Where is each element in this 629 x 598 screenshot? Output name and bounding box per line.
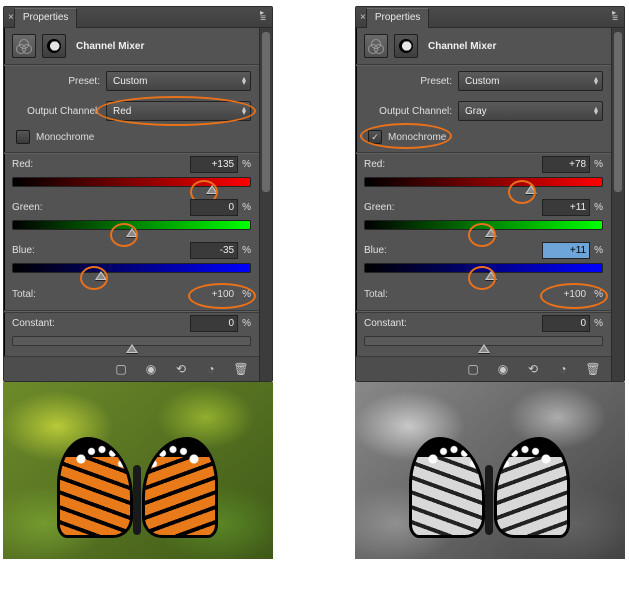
red-slider[interactable] [364,177,603,187]
preset-label: Preset: [12,76,100,87]
red-value-input[interactable] [542,156,590,173]
total-value: +100 [564,289,591,300]
blue-value-input[interactable] [190,242,238,259]
output-channel-dropdown[interactable]: Gray▴▾ [458,101,603,121]
reset-icon[interactable]: ⟲ [523,361,543,377]
flyout-menu-icon[interactable] [260,11,268,23]
blue-value-input[interactable] [542,242,590,259]
view-previous-icon[interactable]: ◉ [493,361,513,377]
constant-value-input[interactable] [542,315,590,332]
slider-thumb-icon[interactable] [525,185,537,194]
green-value-input[interactable] [542,199,590,216]
slider-thumb-icon[interactable] [478,344,490,353]
clip-to-layer-icon[interactable]: ▢ [463,361,483,377]
constant-slider[interactable] [12,336,251,346]
view-previous-icon[interactable]: ◉ [141,361,161,377]
preset-dropdown[interactable]: Custom▴▾ [458,71,603,91]
scrollbar[interactable] [611,28,624,381]
red-slider[interactable] [12,177,251,187]
preview-image-bw [355,382,625,559]
blue-label: Blue: [364,245,387,256]
output-channel-label: Output Channel: [12,106,100,117]
constant-label: Constant: [364,318,407,329]
mask-icon[interactable] [394,34,418,58]
reset-icon[interactable]: ⟲ [171,361,191,377]
preview-image-color [3,382,273,559]
preset-label: Preset: [364,76,452,87]
green-label: Green: [12,202,43,213]
adjustment-title: Channel Mixer [424,41,496,52]
trash-icon[interactable]: 🗑 [231,361,251,377]
monochrome-label: Monochrome [36,132,94,143]
monochrome-label: Monochrome [388,132,446,143]
green-slider[interactable] [364,220,603,230]
slider-thumb-icon[interactable] [485,228,497,237]
clip-to-layer-icon[interactable]: ▢ [111,361,131,377]
properties-panel-right: × Properties Channel Mixer Preset: [355,6,625,382]
trash-icon[interactable]: 🗑 [583,361,603,377]
flyout-menu-icon[interactable] [612,11,620,23]
blue-slider[interactable] [12,263,251,273]
slider-thumb-icon[interactable] [126,344,138,353]
blue-slider[interactable] [364,263,603,273]
visibility-icon[interactable]: ◔ [553,361,573,377]
blue-label: Blue: [12,245,35,256]
green-label: Green: [364,202,395,213]
mask-icon[interactable] [42,34,66,58]
total-label: Total: [364,289,388,300]
red-label: Red: [364,159,385,170]
scrollbar[interactable] [259,28,272,381]
adjustment-icon[interactable] [364,34,388,58]
constant-slider[interactable] [364,336,603,346]
visibility-icon[interactable]: ◔ [201,361,221,377]
monochrome-checkbox[interactable]: ✓ [368,130,382,144]
preset-dropdown[interactable]: Custom▴▾ [106,71,251,91]
constant-label: Constant: [12,318,55,329]
red-label: Red: [12,159,33,170]
slider-thumb-icon[interactable] [126,228,138,237]
green-slider[interactable] [12,220,251,230]
constant-value-input[interactable] [190,315,238,332]
panel-tab[interactable]: Properties [366,8,430,28]
output-channel-label: Output Channel: [364,106,452,117]
adjustment-icon[interactable] [12,34,36,58]
adjustment-title: Channel Mixer [72,41,144,52]
red-value-input[interactable] [190,156,238,173]
panel-tab[interactable]: Properties [14,8,78,28]
output-channel-dropdown[interactable]: Red▴▾ [106,101,251,121]
total-label: Total: [12,289,36,300]
monochrome-checkbox[interactable] [16,130,30,144]
green-value-input[interactable] [190,199,238,216]
slider-thumb-icon[interactable] [95,271,107,280]
properties-panel-left: × Properties Channel Mixer Preset: [3,6,273,382]
total-value: +100 [212,289,239,300]
slider-thumb-icon[interactable] [206,185,218,194]
slider-thumb-icon[interactable] [485,271,497,280]
